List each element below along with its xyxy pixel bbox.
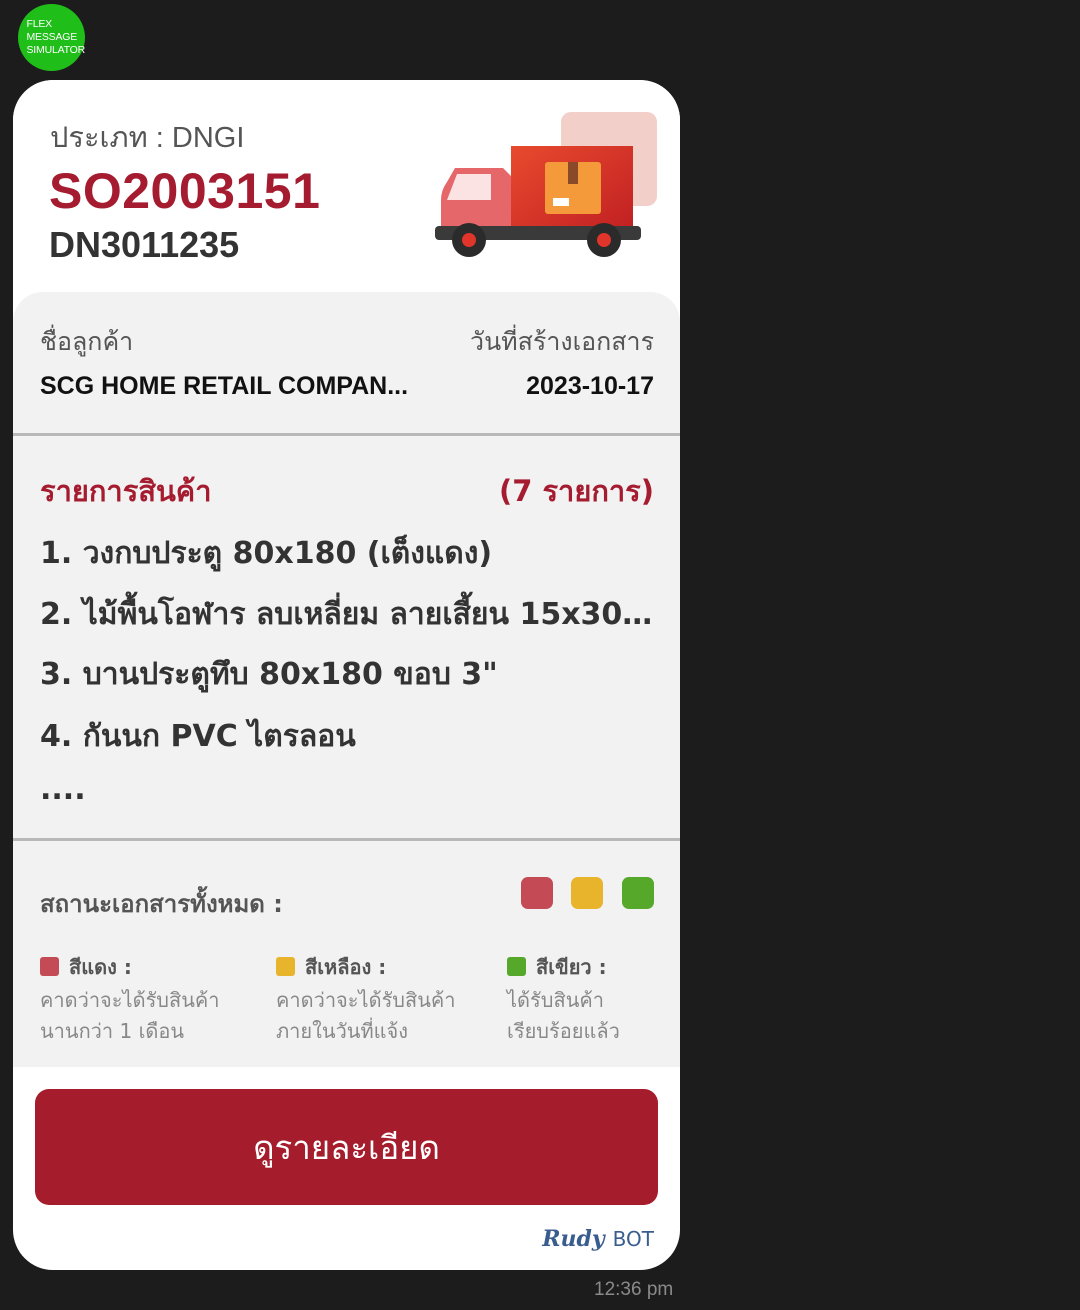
brand-suffix: BOT	[612, 1227, 654, 1251]
customer-name-value: SCG HOME RETAIL COMPAN...	[40, 372, 409, 400]
items-section: รายการสินค้า (7 รายการ) 1. วงกบประตู 80x…	[13, 436, 680, 838]
avatar-text-line: FLEX	[26, 18, 53, 30]
items-count: (7 รายการ)	[498, 474, 654, 508]
so-number: SO2003151	[49, 163, 321, 219]
legend-desc: คาดว่าจะได้รับสินค้า นานกว่า 1 เดือน	[40, 988, 220, 1043]
avatar[interactable]: FLEX MESSAGE SIMULATOR	[18, 4, 85, 71]
brand-script: Rudy	[542, 1226, 605, 1252]
list-item: 1. วงกบประตู 80x180 (เต็งแดง)	[40, 536, 493, 571]
legend-name: สีแดง :	[69, 955, 132, 979]
legend-desc: คาดว่าจะได้รับสินค้า ภายในวันที่แจ้ง	[276, 988, 456, 1043]
header-section: ประเภท : DNGI SO2003151 DN3011235	[13, 80, 680, 295]
status-title: สถานะเอกสารทั้งหมด :	[40, 890, 283, 918]
document-type: ประเภท : DNGI	[50, 122, 245, 154]
created-date-label: วันที่สร้างเอกสาร	[470, 327, 654, 356]
items-title: รายการสินค้า	[40, 474, 212, 508]
customer-name-label: ชื่อลูกค้า	[40, 327, 134, 356]
legend-swatch-green	[507, 957, 526, 976]
customer-section: ชื่อลูกค้า วันที่สร้างเอกสาร SCG HOME RE…	[13, 292, 680, 434]
list-item: 2. ไม้พื้นโอฬาร ลบเหลี่ยม ลายเสี้ยน 15x3…	[40, 597, 660, 632]
avatar-text-line: SIMULATOR	[26, 44, 86, 56]
legend-desc: ได้รับสินค้า เรียบร้อยแล้ว	[507, 988, 620, 1043]
dn-number: DN3011235	[49, 224, 240, 265]
legend-yellow: สีเหลือง : คาดว่าจะได้รับสินค้า ภายในวันท…	[276, 951, 496, 1047]
view-details-button[interactable]: ดูรายละเอียด	[35, 1089, 658, 1205]
created-date-value: 2023-10-17	[526, 372, 654, 400]
legend-name: สีเขียว :	[536, 955, 607, 979]
list-item: 3. บานประตูทึบ 80x180 ขอบ 3"	[40, 657, 498, 692]
delivery-truck-icon	[435, 112, 657, 257]
legend-swatch-red	[40, 957, 59, 976]
brand-logo: Rudy BOT	[542, 1226, 654, 1252]
status-section: สถานะเอกสารทั้งหมด : สีแดง : คาดว่าจะได้…	[13, 841, 680, 1067]
avatar-text-line: MESSAGE	[26, 31, 78, 43]
status-dot-yellow	[571, 877, 603, 909]
legend-green: สีเขียว : ได้รับสินค้า เรียบร้อยแล้ว	[507, 951, 680, 1047]
list-item-ellipsis: ....	[40, 772, 86, 807]
flex-message-bubble: ประเภท : DNGI SO2003151 DN3011235 ชื่อลู…	[13, 80, 680, 1270]
legend-red: สีแดง : คาดว่าจะได้รับสินค้า นานกว่า 1 เด…	[40, 951, 260, 1047]
status-dot-red	[521, 877, 553, 909]
status-dot-green	[622, 877, 654, 909]
list-item: 4. กันนก PVC ไตรลอน	[40, 719, 356, 754]
legend-name: สีเหลือง :	[305, 955, 387, 979]
message-timestamp: 12:36 pm	[594, 1279, 674, 1300]
legend-swatch-yellow	[276, 957, 295, 976]
